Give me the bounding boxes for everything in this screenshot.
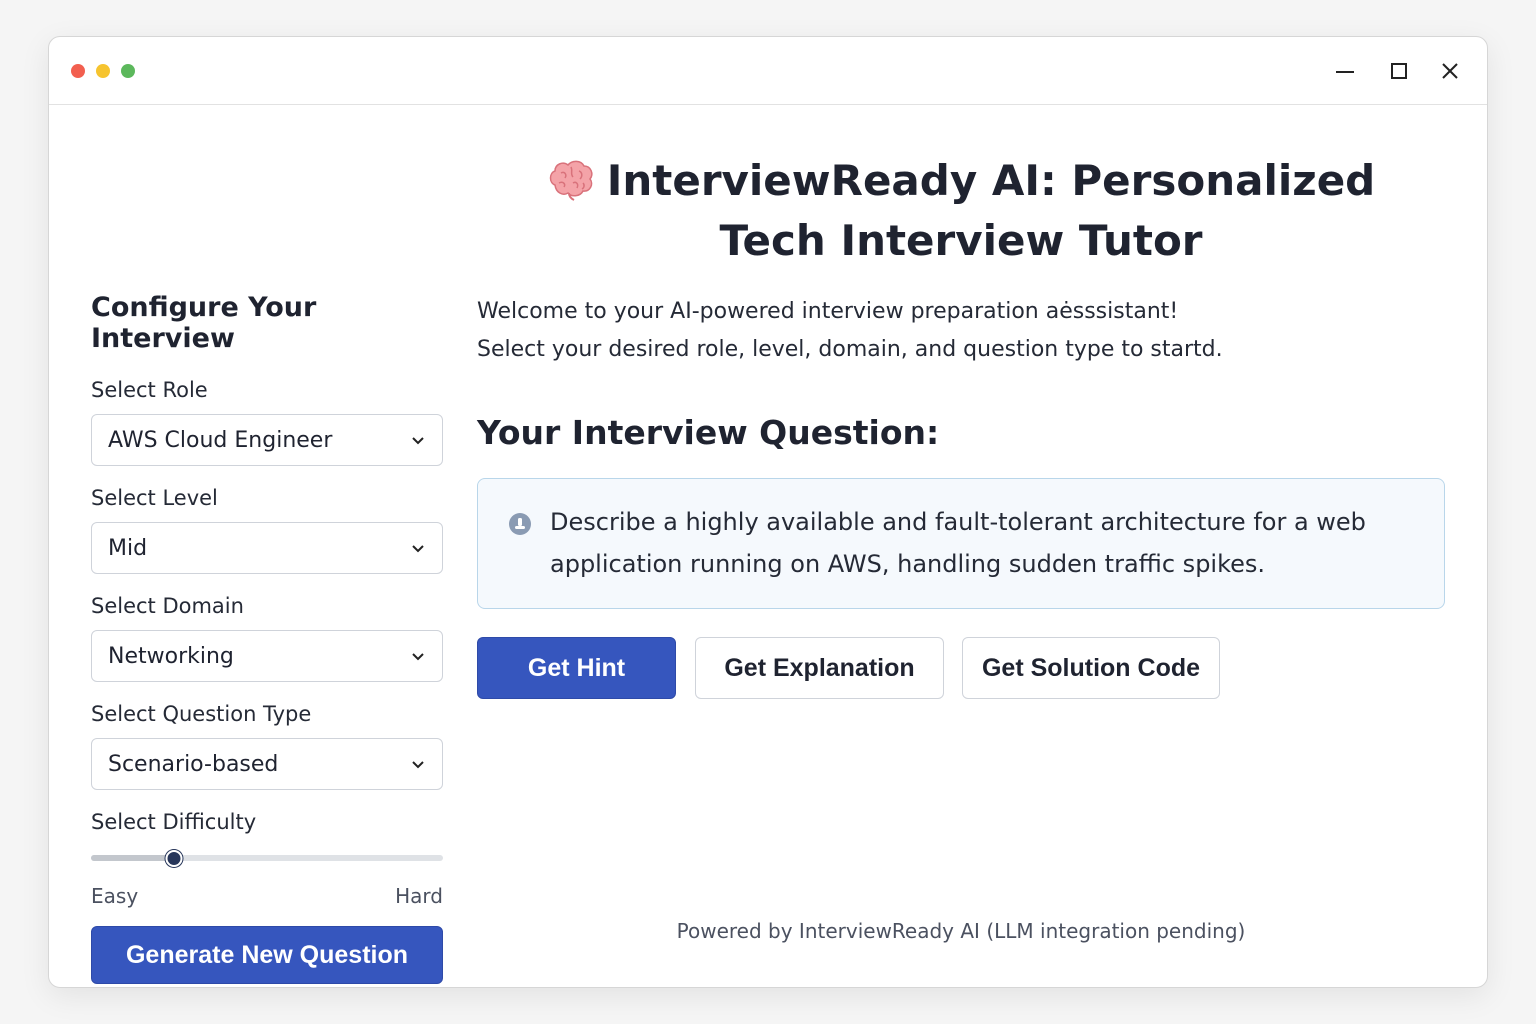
- domain-select[interactable]: Networking: [91, 630, 443, 682]
- difficulty-range-labels: Easy Hard: [91, 884, 443, 908]
- question-heading: Your Interview Question:: [477, 413, 940, 452]
- question-type-select[interactable]: Scenario-based: [91, 738, 443, 790]
- question-type-label: Select Question Type: [91, 702, 312, 726]
- close-icon[interactable]: [1434, 55, 1466, 87]
- get-explanation-button[interactable]: Get Explanation: [695, 637, 944, 699]
- level-label: Select Level: [91, 486, 218, 510]
- chevron-down-icon: [412, 545, 424, 553]
- welcome-text: Welcome to your AI-powered interview pre…: [477, 293, 1445, 369]
- close-dot-icon[interactable]: [71, 64, 85, 78]
- title-line-2: Tech Interview Tutor: [719, 216, 1203, 265]
- title-line-1: InterviewReady AI: Personalized: [606, 156, 1376, 205]
- chevron-down-icon: [412, 653, 424, 661]
- sidebar-title: Configure Your Interview: [91, 292, 317, 354]
- domain-select-value: Networking: [108, 643, 234, 669]
- config-sidebar: Configure Your Interview Select Role AWS…: [91, 292, 443, 984]
- slider-fill: [91, 855, 174, 861]
- role-select-value: AWS Cloud Engineer: [108, 427, 333, 453]
- domain-label: Select Domain: [91, 594, 244, 618]
- info-icon: [509, 513, 531, 535]
- difficulty-min-label: Easy: [91, 884, 139, 908]
- generate-question-button[interactable]: Generate New Question: [91, 926, 443, 984]
- zoom-dot-icon[interactable]: [121, 64, 135, 78]
- welcome-line-2: Select your desired role, level, domain,…: [477, 337, 1223, 362]
- footer-text: Powered by InterviewReady AI (LLM integr…: [676, 919, 1246, 943]
- page-title: InterviewReady AI: Personalized Tech Int…: [477, 151, 1445, 271]
- question-box: Describe a highly available and fault-to…: [477, 478, 1445, 609]
- minimize-icon[interactable]: [1329, 55, 1361, 87]
- action-buttons: Get Hint Get Explanation Get Solution Co…: [477, 637, 1445, 699]
- role-select[interactable]: AWS Cloud Engineer: [91, 414, 443, 466]
- app-window: Configure Your Interview Select Role AWS…: [48, 36, 1488, 988]
- chevron-down-icon: [412, 761, 424, 769]
- get-solution-code-button[interactable]: Get Solution Code: [962, 637, 1220, 699]
- brain-icon: [549, 160, 593, 201]
- role-label: Select Role: [91, 378, 208, 402]
- maximize-icon[interactable]: [1383, 55, 1415, 87]
- get-hint-button[interactable]: Get Hint: [477, 637, 676, 699]
- difficulty-max-label: Hard: [395, 884, 443, 908]
- difficulty-label: Select Difficulty: [91, 810, 257, 834]
- slider-thumb[interactable]: [165, 850, 183, 867]
- level-select[interactable]: Mid: [91, 522, 443, 574]
- main-panel: InterviewReady AI: Personalized Tech Int…: [477, 137, 1445, 699]
- question-text: Describe a highly available and fault-to…: [550, 508, 1366, 578]
- question-type-select-value: Scenario-based: [108, 751, 279, 777]
- level-select-value: Mid: [108, 535, 148, 561]
- minimize-dot-icon[interactable]: [96, 64, 110, 78]
- welcome-line-1: Welcome to your AI-powered interview pre…: [477, 299, 1179, 324]
- title-bar: [49, 37, 1487, 105]
- chevron-down-icon: [412, 437, 424, 445]
- difficulty-slider[interactable]: [91, 846, 443, 870]
